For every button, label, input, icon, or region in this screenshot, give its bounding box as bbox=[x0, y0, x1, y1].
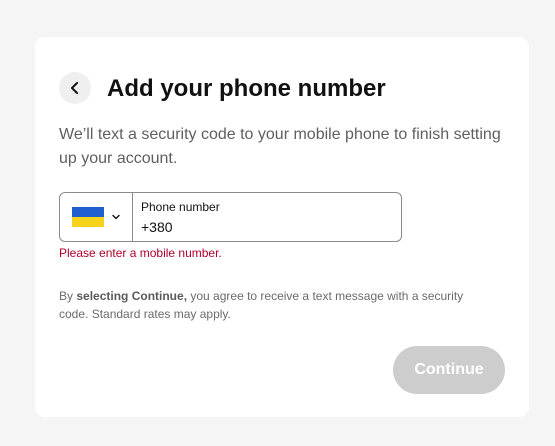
back-button[interactable] bbox=[59, 72, 91, 104]
phone-number-card: Add your phone number We’ll text a secur… bbox=[35, 37, 529, 417]
consent-emphasis: selecting Continue, bbox=[76, 289, 188, 303]
chevron-down-icon bbox=[111, 214, 120, 220]
phone-number-label: Phone number bbox=[141, 200, 220, 214]
phone-input-container: Phone number bbox=[133, 193, 401, 241]
flag-top-stripe bbox=[71, 207, 104, 217]
ukraine-flag-icon bbox=[71, 207, 104, 227]
phone-number-field: Phone number bbox=[59, 192, 402, 242]
phone-error-message: Please enter a mobile number. bbox=[59, 246, 222, 260]
phone-number-input[interactable] bbox=[141, 218, 381, 236]
chevron-left-icon bbox=[71, 82, 78, 94]
flag-bottom-stripe bbox=[71, 217, 104, 227]
page-title: Add your phone number bbox=[107, 75, 386, 102]
consent-text: By selecting Continue, you agree to rece… bbox=[59, 287, 489, 323]
country-code-select[interactable] bbox=[60, 193, 133, 241]
continue-button[interactable]: Continue bbox=[393, 346, 505, 394]
consent-prefix: By bbox=[59, 289, 77, 303]
page-description: We’ll text a security code to your mobil… bbox=[59, 126, 501, 167]
